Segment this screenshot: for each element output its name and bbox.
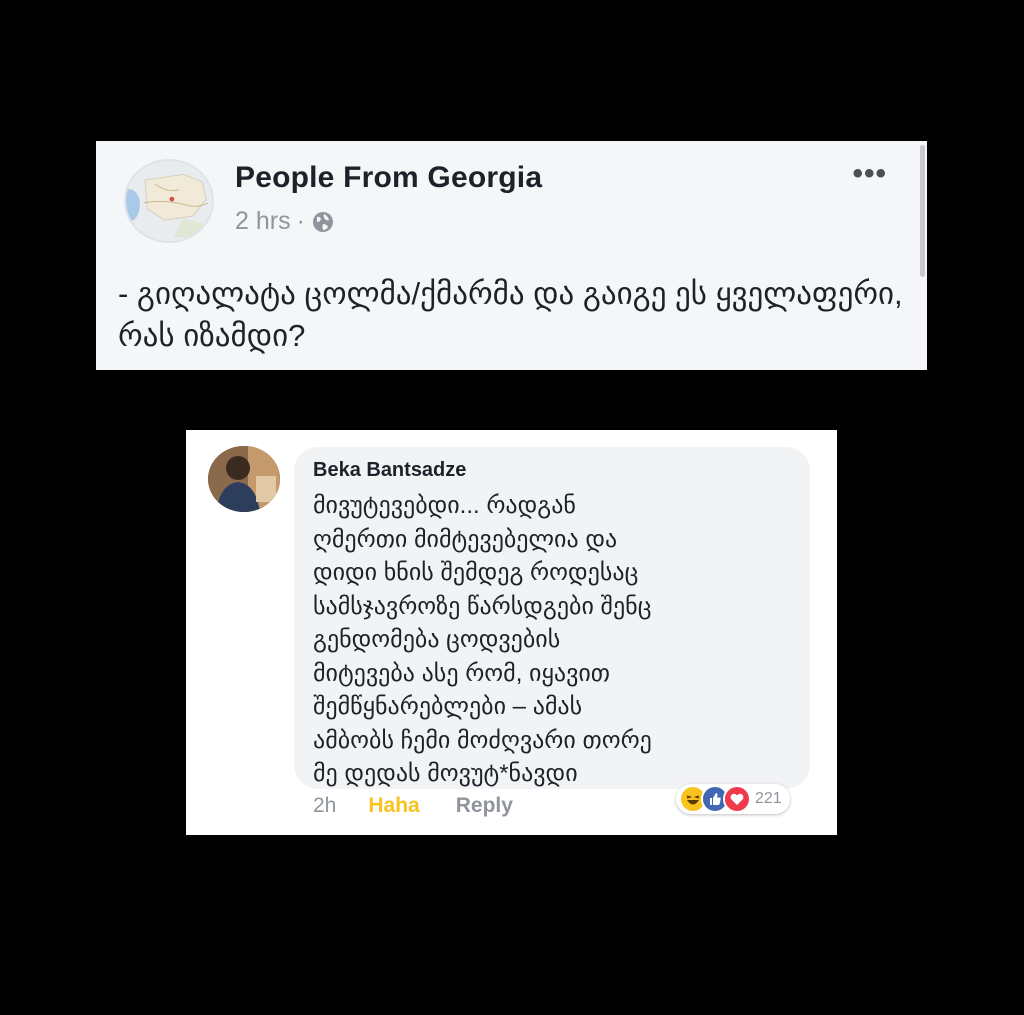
- post-text: - გიღალატა ცოლმა/ქმარმა და გაიგე ეს ყველ…: [118, 276, 903, 353]
- page-name-link[interactable]: People From Georgia: [235, 161, 542, 195]
- post-card: People From Georgia 2 hrs · ••• - გიღალა…: [96, 141, 927, 370]
- commenter-name-link[interactable]: Beka Bantsadze: [313, 459, 466, 482]
- comment-line: დიდი ხნის შემდეგ როდესაც: [313, 559, 639, 586]
- scrollbar[interactable]: [920, 145, 925, 277]
- reply-button[interactable]: Reply: [456, 794, 513, 818]
- post-meta: 2 hrs ·: [235, 207, 335, 236]
- user-photo-icon: [208, 446, 280, 512]
- post-time[interactable]: 2 hrs: [235, 207, 291, 236]
- reaction-count: 221: [755, 790, 782, 807]
- haha-reaction-button[interactable]: Haha: [368, 794, 419, 818]
- comment-bubble: Beka Bantsadze მივუტევებდი... რადგან ღმე…: [294, 447, 810, 789]
- comment-line: მივუტევებდი... რადგან: [313, 492, 576, 519]
- commenter-avatar[interactable]: [208, 446, 280, 512]
- comment-text: მივუტევებდი... რადგან ღმერთი მიმტევებელი…: [313, 489, 793, 791]
- meta-separator: ·: [296, 207, 305, 235]
- comment-line: მიტევება ასე რომ, იყავით: [313, 659, 611, 687]
- comment-line: გენდომება ცოდვების: [313, 626, 561, 653]
- reaction-summary[interactable]: 221: [676, 784, 790, 814]
- comment-line: სამსჯავროზე წარსდგები შენც: [313, 592, 652, 620]
- page-avatar-map[interactable]: [124, 159, 214, 243]
- comment-card: Beka Bantsadze მივუტევებდი... რადგან ღმე…: [186, 430, 837, 835]
- comment-line: ამბობს ჩემი მოძღვარი თორე: [313, 726, 652, 754]
- globe-icon[interactable]: [311, 210, 335, 234]
- love-reaction-icon: [723, 785, 751, 813]
- comment-time[interactable]: 2h: [313, 794, 336, 818]
- comment-line: შემწყნარებლები – ამას: [313, 693, 583, 720]
- more-options-icon[interactable]: •••: [852, 159, 887, 189]
- comment-line: ღმერთი მიმტევებელია და: [313, 525, 618, 553]
- map-thumbnail-icon: [126, 161, 212, 241]
- comment-actions: 2h Haha Reply: [313, 794, 513, 818]
